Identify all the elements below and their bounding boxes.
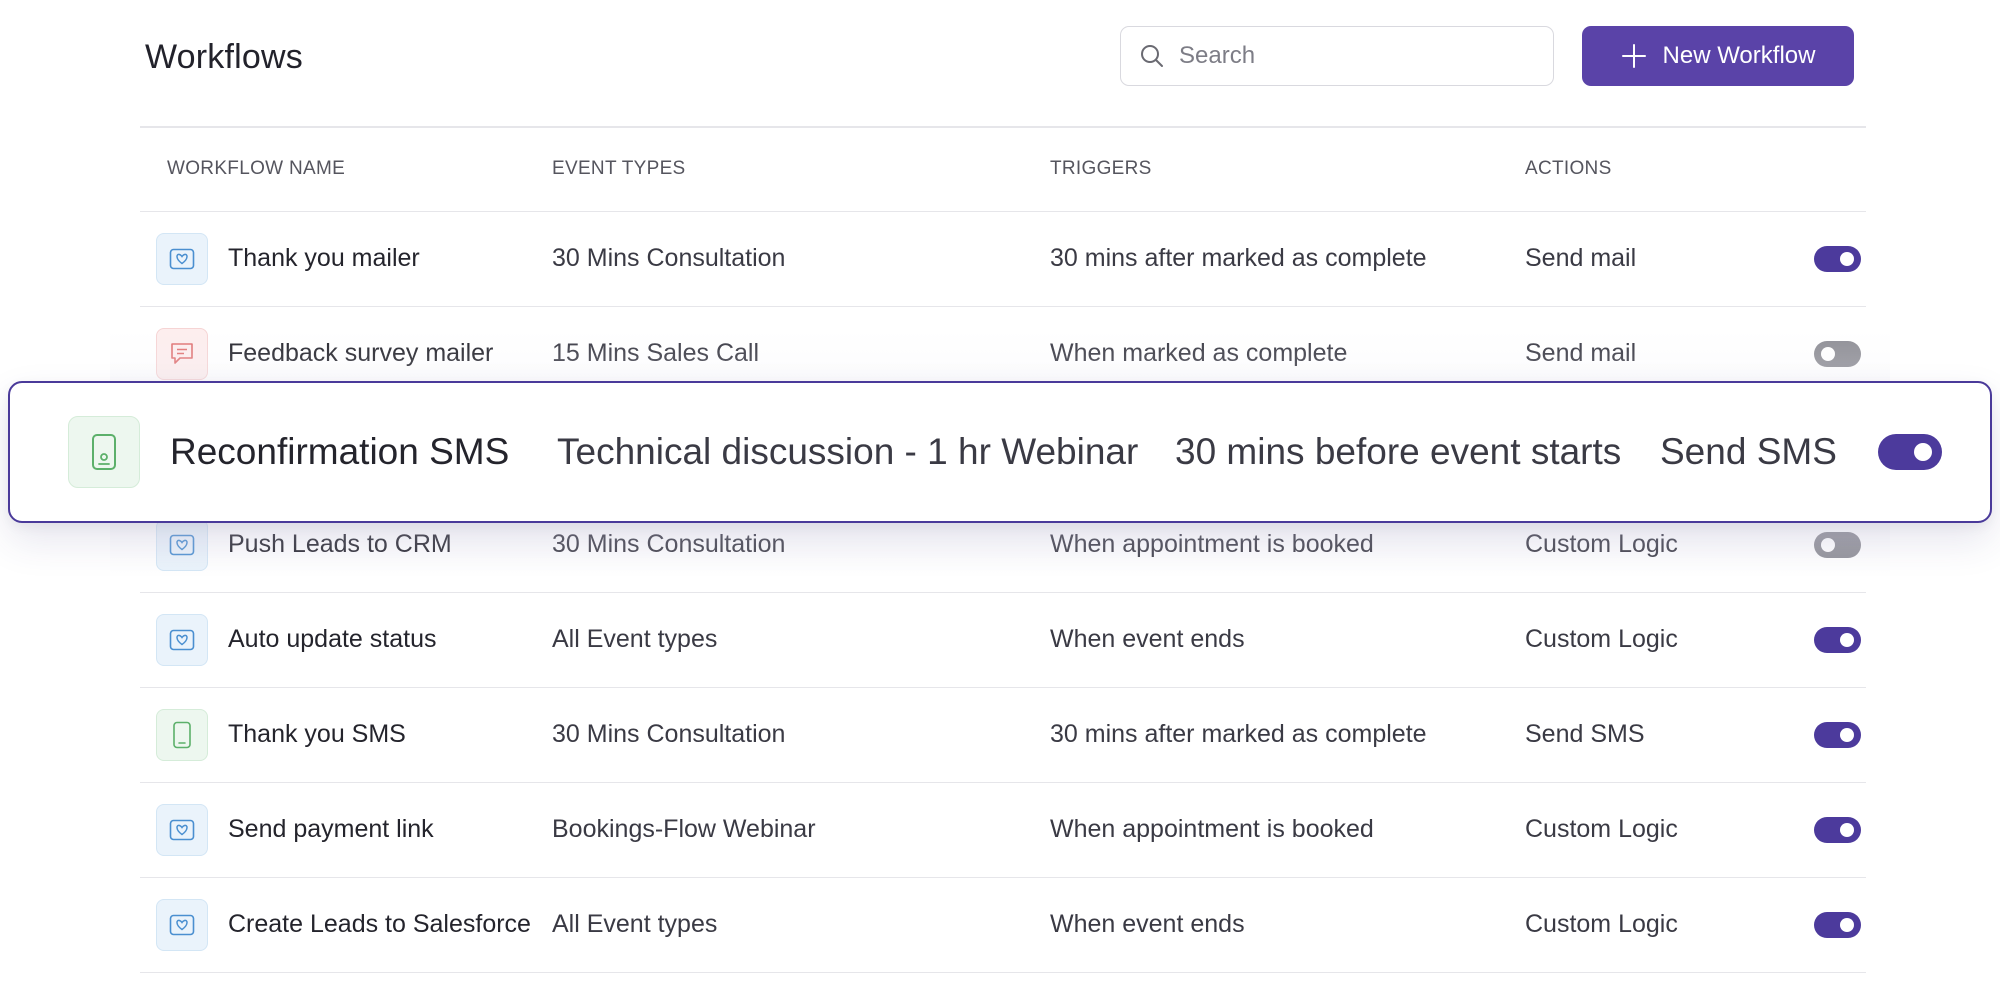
enable-toggle[interactable]: [1814, 340, 1861, 367]
workflow-name: Create Leads to Salesforce: [228, 910, 531, 938]
action: Custom Logic: [1525, 625, 1678, 653]
mail-icon: [156, 898, 208, 951]
trigger: 30 mins before event starts: [1175, 431, 1622, 472]
enable-toggle[interactable]: [1814, 911, 1861, 938]
workflows-table: WORKFLOW NAME EVENT TYPES TRIGGERS ACTIO…: [140, 126, 1866, 973]
search-box[interactable]: [1120, 26, 1554, 86]
highlighted-workflow-row[interactable]: Reconfirmation SMS Technical discussion …: [8, 381, 1992, 523]
action: Send mail: [1525, 339, 1637, 367]
table-header: WORKFLOW NAME EVENT TYPES TRIGGERS ACTIO…: [140, 128, 1866, 212]
event-type: 30 Mins Consultation: [552, 720, 786, 748]
phone-icon: [156, 708, 208, 761]
workflow-name: Feedback survey mailer: [228, 339, 494, 367]
action: Custom Logic: [1525, 910, 1678, 938]
action: Custom Logic: [1525, 530, 1678, 558]
new-workflow-label: New Workflow: [1662, 42, 1816, 69]
enable-toggle[interactable]: [1814, 531, 1861, 558]
trigger: When event ends: [1050, 625, 1245, 653]
enable-toggle[interactable]: [1814, 816, 1861, 843]
action: Custom Logic: [1525, 815, 1678, 843]
mail-icon: [156, 232, 208, 285]
event-type: Technical discussion - 1 hr Webinar: [557, 431, 1139, 472]
table-row[interactable]: Create Leads to Salesforce All Event typ…: [140, 878, 1866, 973]
event-type: 30 Mins Consultation: [552, 530, 786, 558]
action: Send SMS: [1525, 720, 1645, 748]
workflow-name: Push Leads to CRM: [228, 530, 452, 558]
trigger: 30 mins after marked as complete: [1050, 720, 1427, 748]
column-header-actions: ACTIONS: [1525, 158, 1612, 179]
enable-toggle[interactable]: [1814, 721, 1861, 748]
mail-icon: [156, 613, 208, 666]
table-row[interactable]: Thank you SMS 30 Mins Consultation 30 mi…: [140, 688, 1866, 783]
table-row[interactable]: Thank you mailer 30 Mins Consultation 30…: [140, 212, 1866, 307]
table-row[interactable]: Auto update status All Event types When …: [140, 593, 1866, 688]
event-type: All Event types: [552, 910, 718, 938]
workflow-name: Auto update status: [228, 625, 437, 653]
trigger: When event ends: [1050, 910, 1245, 938]
search-input[interactable]: [1177, 41, 1553, 71]
mail-icon: [156, 518, 208, 571]
column-header-name: WORKFLOW NAME: [167, 158, 346, 179]
plus-icon: [1621, 43, 1647, 69]
event-type: 30 Mins Consultation: [552, 244, 786, 272]
trigger: When appointment is booked: [1050, 815, 1374, 843]
mail-icon: [156, 803, 208, 856]
page-title: Workflows: [145, 38, 303, 76]
workflow-name: Thank you mailer: [228, 244, 420, 272]
column-header-event-types: EVENT TYPES: [552, 158, 686, 179]
enable-toggle[interactable]: [1814, 626, 1861, 653]
trigger: When appointment is booked: [1050, 530, 1374, 558]
workflow-name: Send payment link: [228, 815, 434, 843]
workflow-name: Reconfirmation SMS: [170, 431, 510, 472]
enable-toggle[interactable]: [1878, 434, 1942, 470]
event-type: 15 Mins Sales Call: [552, 339, 760, 367]
table-row[interactable]: Send payment link Bookings-Flow Webinar …: [140, 783, 1866, 878]
workflow-name: Thank you SMS: [228, 720, 406, 748]
phone-icon: [68, 416, 140, 488]
chat-icon: [156, 327, 208, 380]
trigger: When marked as complete: [1050, 339, 1348, 367]
search-icon: [1139, 43, 1165, 69]
trigger: 30 mins after marked as complete: [1050, 244, 1427, 272]
enable-toggle[interactable]: [1814, 245, 1861, 272]
event-type: All Event types: [552, 625, 718, 653]
action: Send mail: [1525, 244, 1637, 272]
event-type: Bookings-Flow Webinar: [552, 815, 816, 843]
column-header-triggers: TRIGGERS: [1050, 158, 1152, 179]
new-workflow-button[interactable]: New Workflow: [1582, 26, 1854, 86]
action: Send SMS: [1660, 431, 1837, 472]
